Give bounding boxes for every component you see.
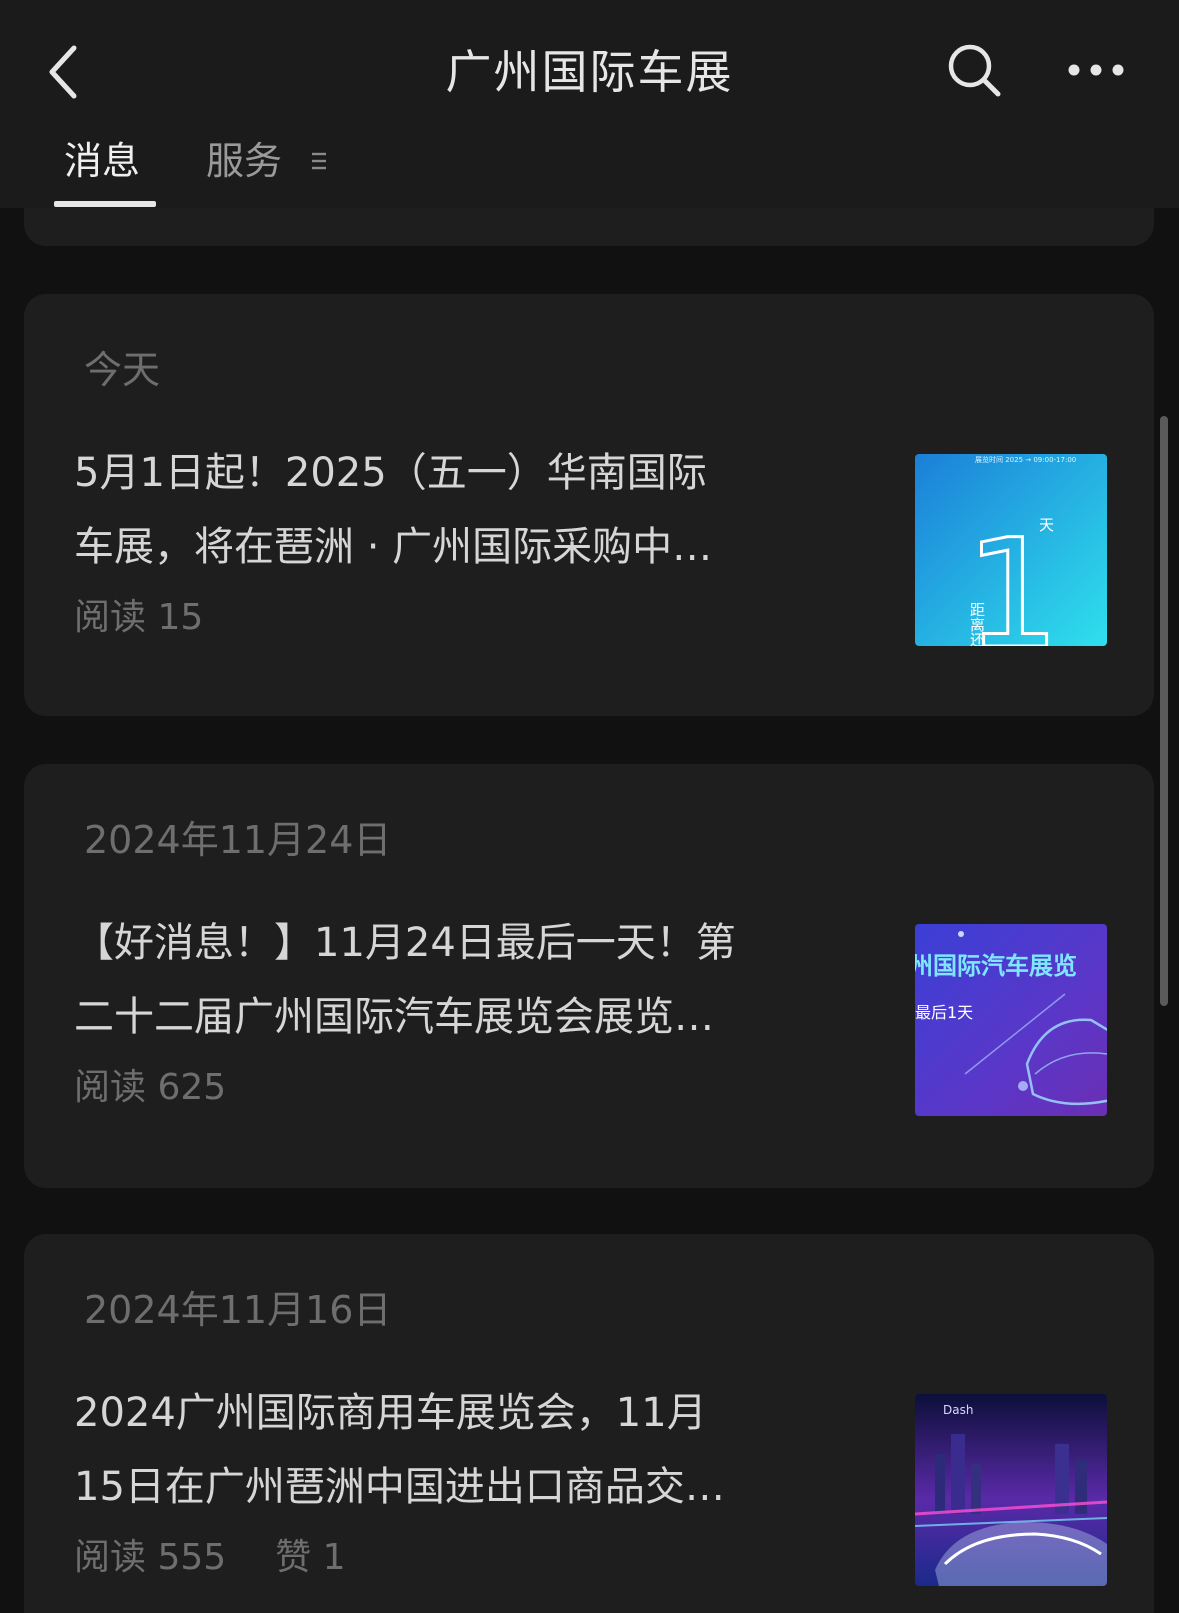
reads-count: 555	[157, 1537, 227, 1578]
active-tab-indicator	[54, 201, 156, 207]
auto-show-thumbnail-image: 州国际汽车展览 最后1天	[915, 924, 1107, 1116]
article-card[interactable]: 2024年11月24日 【好消息！】11月24日最后一天！第 二十二届广州国际汽…	[24, 764, 1154, 1188]
scrollbar[interactable]	[1160, 416, 1168, 1006]
article-title-line: 二十二届广州国际汽车展览会展览…	[74, 994, 714, 1040]
more-horizontal-icon	[1068, 64, 1124, 76]
article-card[interactable]: 今天 5月1日起！2025（五一）华南国际 车展，将在琶洲 · 广州国际采购中……	[24, 294, 1154, 716]
reads-label: 阅读	[74, 597, 147, 638]
tab-services[interactable]: 服务	[206, 130, 282, 192]
article-card[interactable]: 2024年11月16日 2024广州国际商用车展览会，11月 15日在广州琶洲中…	[24, 1234, 1154, 1613]
article-date: 今天	[84, 348, 161, 392]
article-thumbnail[interactable]: 展览时间 2025 → 09:00-17:00 1 天 距离还	[915, 454, 1107, 646]
thumb-headline: 州国际汽车展览	[915, 952, 1077, 980]
thumb-vertical-text: 距离还	[968, 602, 986, 646]
article-title-line: 【好消息！】11月24日最后一天！第	[74, 920, 736, 966]
likes-count: 1	[322, 1537, 346, 1578]
search-button[interactable]	[946, 42, 1004, 100]
article-title[interactable]: 【好消息！】11月24日最后一天！第 二十二届广州国际汽车展览会展览…	[74, 906, 906, 1054]
article-stats: 阅读 15	[74, 592, 203, 644]
article-date: 2024年11月24日	[84, 818, 392, 862]
article-title-line: 15日在广州琶洲中国进出口商品交…	[74, 1464, 725, 1510]
thumb-subline: 最后1天	[915, 1003, 973, 1022]
article-title-line: 车展，将在琶洲 · 广州国际采购中…	[74, 524, 713, 570]
article-thumbnail[interactable]: Dash	[915, 1394, 1107, 1586]
more-button[interactable]	[1064, 48, 1128, 92]
thumb-logo: Dash	[943, 1403, 973, 1417]
article-date: 2024年11月16日	[84, 1288, 392, 1332]
menu-lines-icon[interactable]	[310, 150, 328, 172]
article-title-line: 2024广州国际商用车展览会，11月	[74, 1390, 707, 1436]
top-nav-bar: 广州国际车展 消息 服务	[0, 0, 1179, 208]
thumb-unit: 天	[1039, 516, 1054, 534]
reads-label: 阅读	[74, 1067, 147, 1108]
countdown-thumbnail-image: 展览时间 2025 → 09:00-17:00 1 天 距离还	[915, 454, 1107, 646]
thumb-top-text: 展览时间 2025 → 09:00-17:00	[975, 455, 1076, 464]
commercial-vehicle-thumbnail-image: Dash	[915, 1394, 1107, 1586]
article-title[interactable]: 2024广州国际商用车展览会，11月 15日在广州琶洲中国进出口商品交…	[74, 1376, 906, 1524]
reads-label: 阅读	[74, 1537, 147, 1578]
reads-count: 15	[157, 597, 204, 638]
article-stats: 阅读 555 赞 1	[74, 1532, 345, 1584]
article-thumbnail[interactable]: 州国际汽车展览 最后1天	[915, 924, 1107, 1116]
reads-count: 625	[157, 1067, 227, 1108]
article-title-line: 5月1日起！2025（五一）华南国际	[74, 450, 707, 496]
likes-label: 赞	[275, 1537, 312, 1578]
previous-card	[24, 208, 1154, 246]
article-stats: 阅读 625	[74, 1062, 226, 1114]
article-title[interactable]: 5月1日起！2025（五一）华南国际 车展，将在琶洲 · 广州国际采购中…	[74, 436, 906, 584]
tab-messages[interactable]: 消息	[64, 130, 140, 192]
search-icon	[948, 44, 1001, 97]
